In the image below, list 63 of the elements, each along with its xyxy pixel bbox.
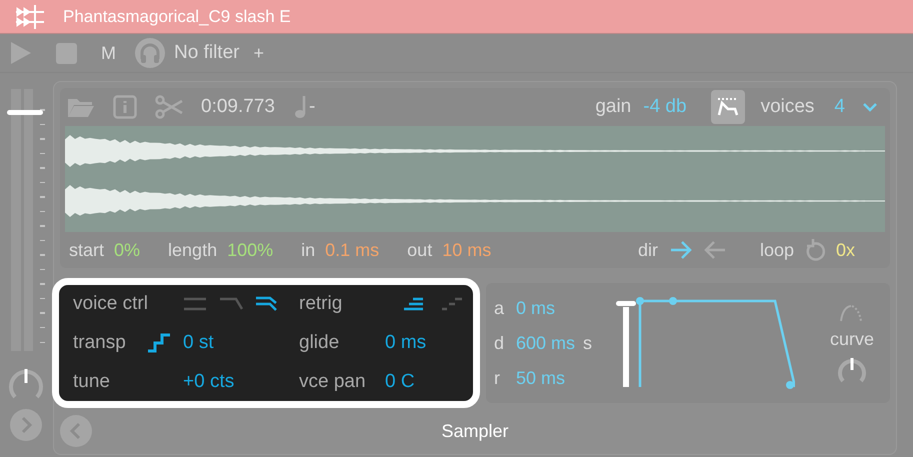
device-name: Sampler — [441, 420, 509, 442]
curve-shape-icon — [838, 302, 865, 322]
add-button[interactable]: + — [253, 42, 264, 64]
filter-label: No filter — [174, 42, 240, 64]
note-icon — [292, 95, 307, 119]
glide-label: glide — [299, 332, 340, 354]
param-value[interactable]: 100% — [227, 240, 274, 260]
sustain-label: s — [583, 332, 594, 354]
release-label: r — [494, 368, 501, 388]
loop-icon[interactable] — [804, 238, 826, 262]
retrig-label: retrig — [299, 293, 344, 316]
curve-label: curve — [830, 328, 874, 350]
param-label: in — [301, 240, 316, 260]
voice-pan-label: vce pan — [299, 370, 367, 393]
loop-label: loop — [760, 240, 794, 260]
arrow-right-icon[interactable] — [670, 240, 692, 260]
param-value[interactable]: 0.1 ms — [325, 240, 380, 260]
param-label: length — [168, 240, 218, 260]
param-value[interactable]: 10 ms — [442, 240, 492, 260]
release-value[interactable]: 50 ms — [516, 368, 576, 388]
scissors-icon[interactable] — [155, 95, 183, 119]
note-value: - — [308, 96, 316, 118]
param-label: start — [69, 240, 104, 260]
folder-icon[interactable] — [67, 96, 95, 118]
info-icon[interactable] — [113, 95, 137, 119]
retrig-mode-icon[interactable] — [403, 297, 425, 312]
gain-value[interactable]: -4 db — [643, 96, 687, 118]
transpose-value[interactable]: 0 st — [183, 332, 299, 354]
param-value[interactable]: 0% — [114, 240, 140, 260]
step-icon — [147, 332, 171, 353]
direction-label: dir — [638, 240, 658, 260]
transpose-label: transp — [73, 332, 127, 354]
voice-ctrl-label: voice ctrl — [73, 293, 149, 316]
decay-label: d — [494, 332, 506, 354]
gain-label: gain — [595, 96, 632, 118]
envelope-shape-icon — [716, 97, 740, 117]
window-title: Phantasmagorical_C9 slash E — [63, 6, 291, 27]
tune-value[interactable]: +0 cts — [183, 370, 299, 393]
voices-value[interactable]: 4 — [834, 96, 845, 118]
chevron-down-icon[interactable] — [863, 102, 877, 112]
back-button-icon[interactable] — [60, 415, 92, 447]
voice-mode-icon[interactable] — [255, 296, 279, 312]
headphones-icon[interactable] — [134, 37, 166, 70]
attack-value[interactable]: 0 ms — [516, 298, 576, 318]
logo-icon — [14, 2, 46, 31]
voices-label: voices — [760, 96, 814, 118]
param-label: out — [407, 240, 432, 260]
fader-handle[interactable] — [7, 110, 43, 115]
knob-icon[interactable] — [836, 356, 867, 384]
stop-icon[interactable] — [56, 42, 77, 64]
sample-time: 0:09.773 — [201, 96, 275, 118]
arrow-left-icon[interactable] — [704, 240, 726, 260]
envelope-toggle-button[interactable] — [710, 90, 745, 124]
voice-pan-value[interactable]: 0 C — [385, 370, 465, 393]
loop-count[interactable]: 0x — [836, 240, 855, 260]
play-icon[interactable] — [10, 41, 32, 66]
sustain-slider[interactable] — [616, 301, 636, 387]
forward-button-icon[interactable] — [10, 409, 42, 441]
glide-value[interactable]: 0 ms — [385, 332, 465, 354]
tune-label: tune — [73, 370, 111, 393]
mute-button[interactable]: M — [101, 42, 116, 64]
decay-value[interactable]: 600 ms — [516, 332, 576, 354]
attack-label: a — [494, 298, 506, 318]
